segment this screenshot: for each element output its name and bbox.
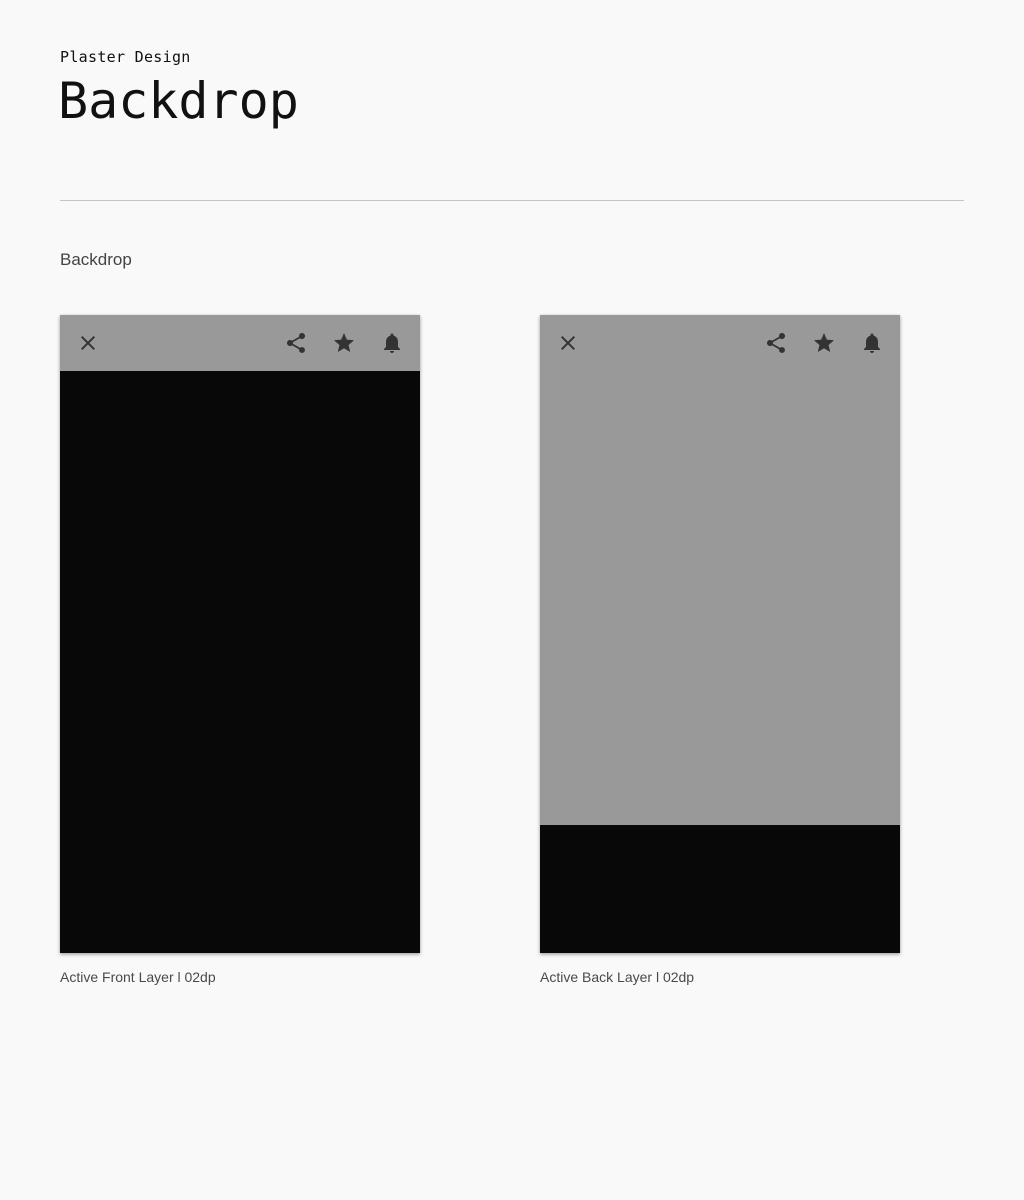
divider (60, 200, 964, 201)
share-icon[interactable] (764, 331, 788, 355)
caption-front-layer: Active Front Layer l 02dp (60, 969, 216, 985)
caption-back-layer: Active Back Layer l 02dp (540, 969, 695, 985)
section-title: Backdrop (60, 250, 132, 269)
close-icon[interactable] (556, 331, 580, 355)
page-title: Backdrop (58, 72, 299, 130)
bell-icon[interactable] (380, 331, 404, 355)
back-layer-appbar (540, 315, 900, 371)
backdrop-example-front (60, 315, 420, 953)
close-icon[interactable] (76, 331, 100, 355)
front-layer[interactable] (540, 825, 900, 953)
front-layer[interactable] (60, 371, 420, 953)
back-layer-appbar (60, 315, 420, 371)
star-icon[interactable] (812, 331, 836, 355)
eyebrow-label: Plaster Design (60, 48, 191, 66)
star-icon[interactable] (332, 331, 356, 355)
backdrop-example-back (540, 315, 900, 953)
share-icon[interactable] (284, 331, 308, 355)
bell-icon[interactable] (860, 331, 884, 355)
